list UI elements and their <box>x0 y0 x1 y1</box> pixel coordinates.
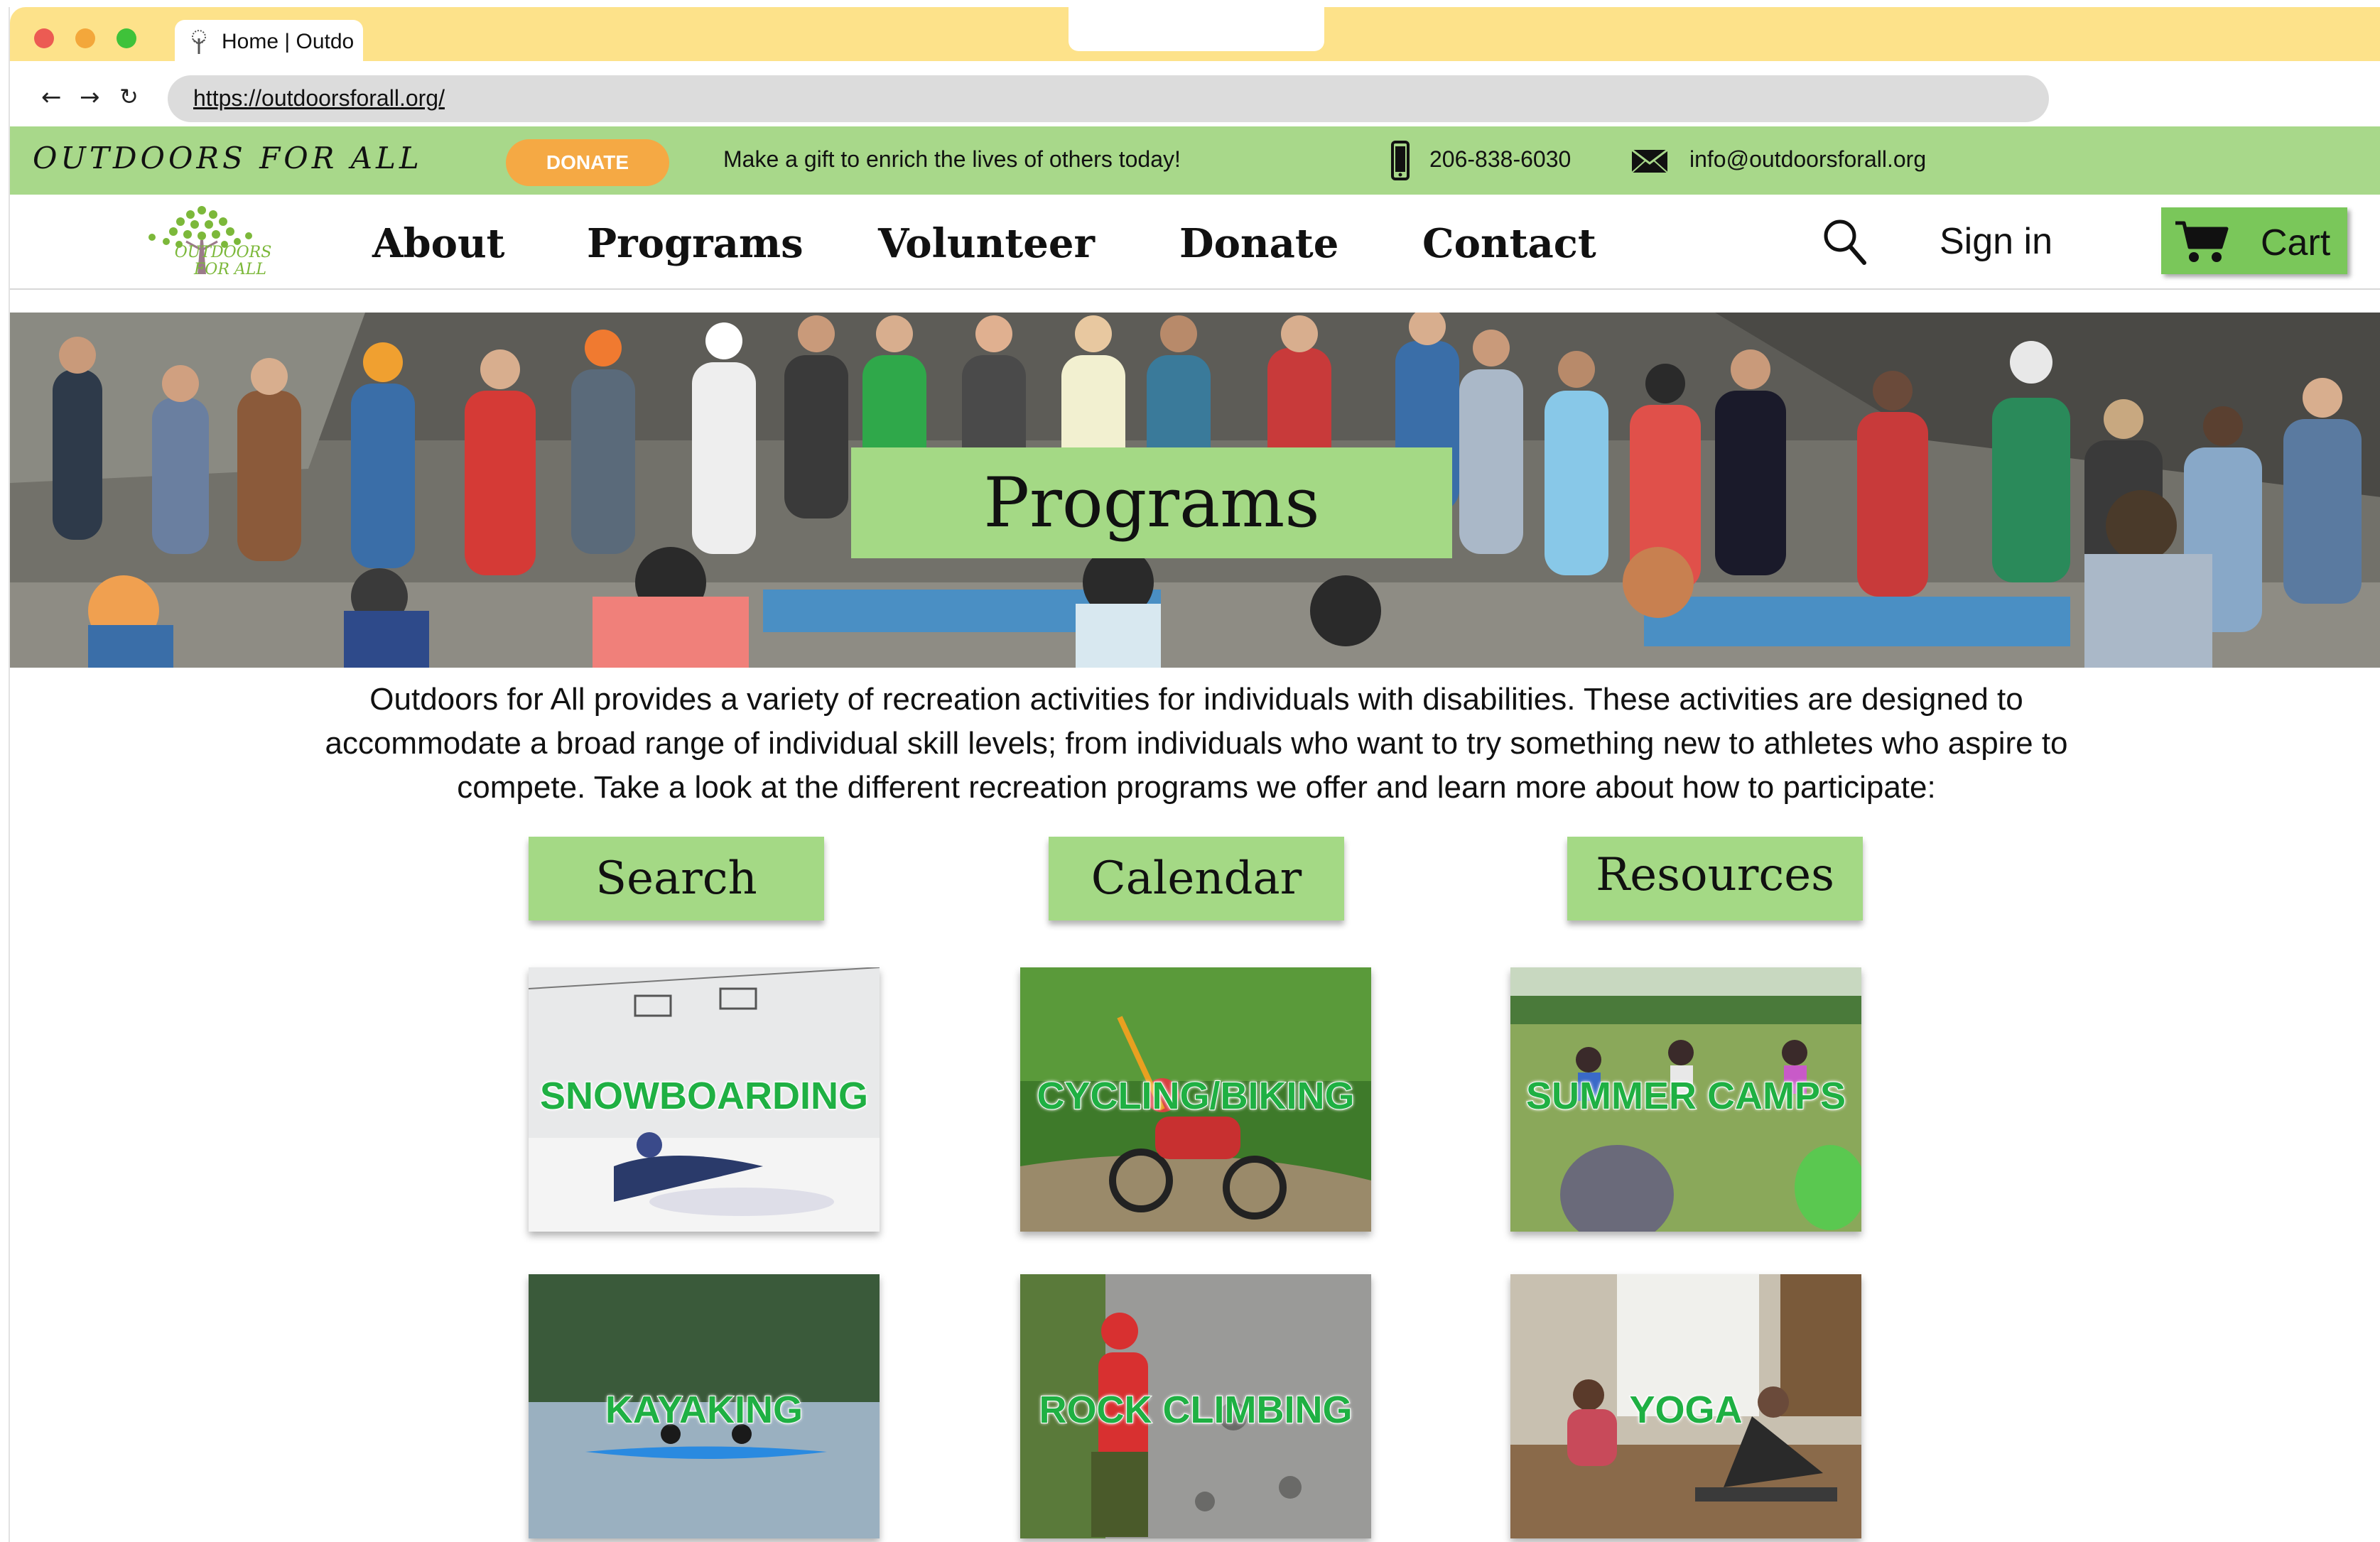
browser-window: Home | Outdo ← → ↻ https://outdoorsforal… <box>9 7 2380 1542</box>
program-card-cycling-biking[interactable]: CYCLING/BIKING <box>1020 967 1371 1232</box>
sign-in-link[interactable]: Sign in <box>1940 220 2052 263</box>
search-button[interactable]: Search <box>529 837 824 921</box>
donate-tagline: Make a gift to enrich the lives of other… <box>723 146 1181 172</box>
program-label: SNOWBOARDING <box>539 1074 869 1118</box>
search-icon[interactable] <box>1822 217 1867 266</box>
resources-button[interactable]: Resources <box>1567 837 1863 921</box>
browser-tab-bar: Home | Outdo <box>10 7 2380 61</box>
brand-wordmark[interactable]: OUTDOORS FOR ALL <box>33 141 423 175</box>
program-label: YOGA <box>1628 1388 1743 1432</box>
url-text: https://outdoorsforall.org/ <box>193 85 445 111</box>
url-field[interactable]: https://outdoorsforall.org/ <box>168 75 2049 122</box>
program-card-summer-camps[interactable]: SUMMER CAMPS <box>1510 967 1861 1232</box>
nav-volunteer[interactable]: Volunteer <box>878 220 1095 267</box>
program-label: CYCLING/BIKING <box>1036 1074 1355 1118</box>
program-card-yoga[interactable]: YOGA <box>1510 1274 1861 1538</box>
mail-icon <box>1631 149 1668 173</box>
email-address[interactable]: info@outdoorsforall.org <box>1689 146 1926 173</box>
tree-favicon-icon <box>192 30 206 54</box>
address-bar-row: ← → ↻ https://outdoorsforall.org/ <box>10 61 2380 131</box>
svg-text:FOR ALL: FOR ALL <box>193 261 266 278</box>
program-card-rock-climbing[interactable]: ROCK CLIMBING <box>1020 1274 1371 1538</box>
phone-icon <box>1391 141 1410 180</box>
minimize-window-button[interactable] <box>75 28 95 48</box>
forward-arrow-icon[interactable]: → <box>80 85 100 109</box>
close-window-button[interactable] <box>34 28 54 48</box>
calendar-button[interactable]: Calendar <box>1049 837 1344 921</box>
nav-about[interactable]: About <box>372 220 505 267</box>
shopping-cart-icon <box>2175 221 2229 262</box>
top-info-bar: OUTDOORS FOR ALL DONATE Make a gift to e… <box>10 126 2380 195</box>
program-label: SUMMER CAMPS <box>1525 1074 1846 1118</box>
browser-tab[interactable]: Home | Outdo <box>175 20 363 61</box>
nav-contact[interactable]: Contact <box>1422 220 1596 267</box>
cart-label: Cart <box>2261 222 2331 264</box>
nav-programs[interactable]: Programs <box>587 220 804 267</box>
program-card-snowboarding[interactable]: SNOWBOARDING <box>529 967 880 1232</box>
programs-intro-text: Outdoors for All provides a variety of r… <box>325 682 2068 805</box>
cart-button[interactable]: Cart <box>2161 207 2347 274</box>
tab-bar-notch <box>1069 7 1324 51</box>
phone-number[interactable]: 206-838-6030 <box>1429 146 1571 173</box>
back-arrow-icon[interactable]: ← <box>41 85 62 109</box>
hero-title: Programs <box>851 447 1452 558</box>
hero-banner: Programs <box>10 313 2380 668</box>
maximize-window-button[interactable] <box>117 28 136 48</box>
site-logo[interactable]: OUTDOORS FOR ALL <box>124 200 294 284</box>
program-label: KAYAKING <box>605 1388 804 1432</box>
nav-donate[interactable]: Donate <box>1179 220 1338 267</box>
donate-pill-button[interactable]: DONATE <box>506 139 669 186</box>
tab-title: Home | Outdo <box>222 30 355 53</box>
main-navbar: OUTDOORS FOR ALL About Programs Voluntee… <box>10 195 2380 290</box>
program-label: ROCK CLIMBING <box>1039 1388 1353 1432</box>
program-card-kayaking[interactable]: KAYAKING <box>529 1274 880 1538</box>
svg-text:OUTDOORS: OUTDOORS <box>175 244 272 261</box>
reload-icon[interactable]: ↻ <box>119 85 139 108</box>
